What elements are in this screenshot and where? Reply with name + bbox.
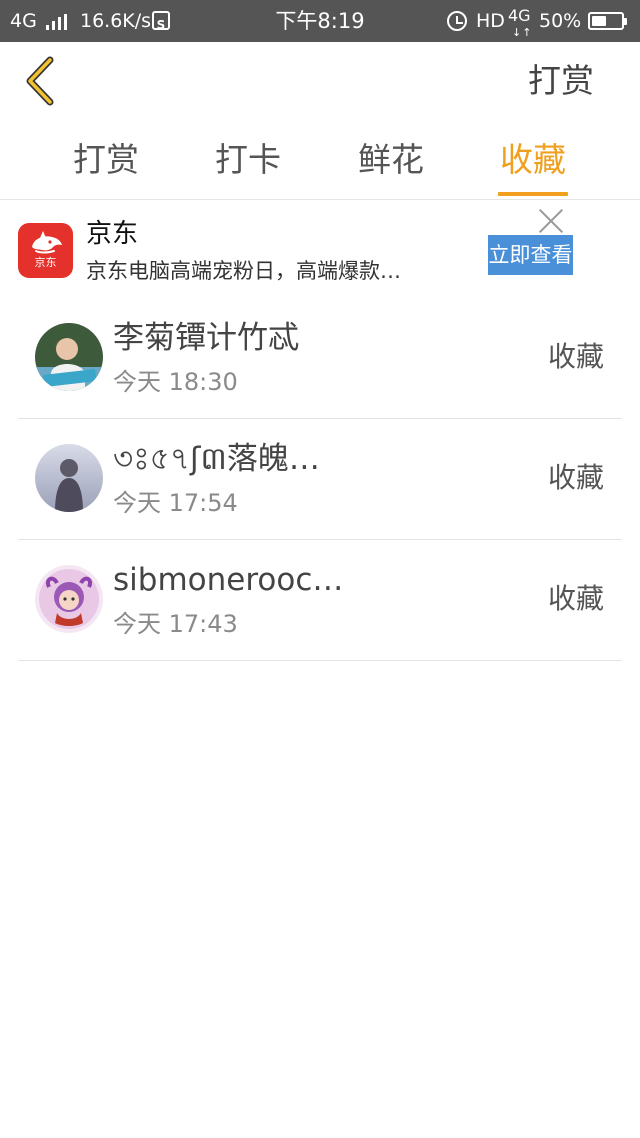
ad-title: 京东 bbox=[86, 219, 139, 249]
timestamp: 今天 17:43 bbox=[113, 610, 238, 638]
list-item[interactable]: 李菊镡计竹忒 今天 18:30 收藏 bbox=[18, 298, 622, 419]
ad-description: 京东电脑高端宠粉日，高端爆款… bbox=[86, 259, 401, 283]
battery-percent: 50% bbox=[539, 10, 582, 32]
user-name: sibmonerooc… bbox=[113, 562, 344, 598]
status-bar: 4G 16.6K/s S 下午8:19 HD 4G ↓↑ 50% bbox=[0, 0, 640, 42]
action-label: 收藏 bbox=[547, 340, 604, 373]
user-name: 李菊镡计竹忒 bbox=[113, 320, 299, 356]
avatar[interactable] bbox=[35, 323, 103, 391]
list-item[interactable]: ৩ঃ৫৭ʃ៣落魄… 今天 17:54 收藏 bbox=[18, 419, 622, 540]
tab-check-in[interactable]: 打卡 bbox=[193, 130, 303, 200]
avatar[interactable] bbox=[35, 444, 103, 512]
jd-logo-icon: 京东 bbox=[18, 223, 73, 278]
avatar[interactable] bbox=[35, 565, 103, 633]
action-label: 收藏 bbox=[547, 582, 604, 615]
hd-indicator: HD bbox=[476, 10, 505, 32]
close-icon[interactable] bbox=[538, 208, 564, 234]
timestamp: 今天 17:54 bbox=[113, 489, 238, 517]
tab-bar: 打赏 打卡 鲜花 收藏 bbox=[0, 130, 640, 200]
alarm-icon bbox=[447, 11, 467, 31]
tab-flowers[interactable]: 鲜花 bbox=[336, 130, 446, 200]
tab-reward[interactable]: 打赏 bbox=[51, 130, 161, 200]
action-label: 收藏 bbox=[547, 461, 604, 494]
tab-favorites[interactable]: 收藏 bbox=[478, 130, 588, 200]
ad-logo-label: 京东 bbox=[34, 256, 57, 269]
timestamp: 今天 18:30 bbox=[113, 368, 238, 396]
chevron-left-icon bbox=[26, 56, 54, 106]
back-button[interactable] bbox=[20, 56, 64, 106]
jd-dog-icon bbox=[32, 231, 62, 254]
reward-button[interactable]: 打赏 bbox=[528, 60, 594, 102]
user-name: ৩ঃ৫৭ʃ៣落魄… bbox=[113, 441, 320, 477]
favorites-list: 李菊镡计竹忒 今天 18:30 收藏 ৩ঃ৫৭ʃ៣落魄… 今天 17:54 收藏 bbox=[0, 298, 640, 661]
ad-view-now-button[interactable]: 立即查看 bbox=[488, 235, 573, 275]
battery-icon bbox=[588, 12, 627, 30]
header: 打赏 bbox=[0, 42, 640, 120]
list-item[interactable]: sibmonerooc… 今天 17:43 收藏 bbox=[18, 540, 622, 661]
